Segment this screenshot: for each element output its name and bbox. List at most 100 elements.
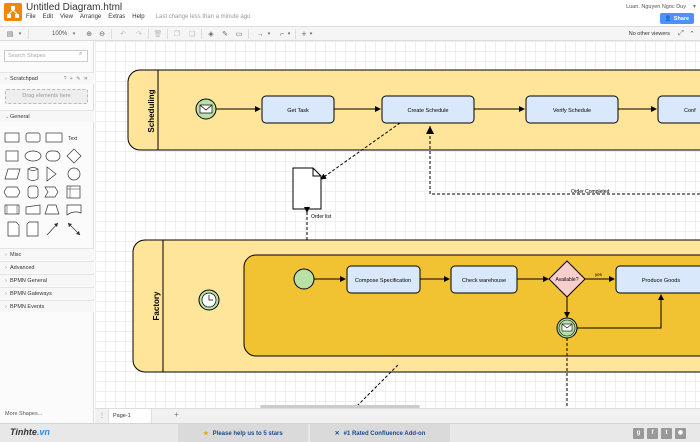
expand-arrow-icon: ⌄ — [5, 114, 10, 120]
shape-text[interactable]: Text — [68, 136, 77, 142]
shape-card[interactable] — [26, 221, 39, 237]
shape-cylinder-tall[interactable] — [27, 185, 39, 199]
format-panel-icon[interactable]: ▤ — [4, 29, 16, 39]
shape-cylinder[interactable] — [27, 167, 39, 181]
start-message-event[interactable] — [195, 98, 217, 120]
waypoints-dropdown-icon[interactable]: ▾ — [286, 29, 292, 39]
shape-hexagon[interactable] — [3, 186, 21, 198]
twitter-icon[interactable]: t — [661, 428, 672, 439]
google-plus-icon[interactable]: g — [633, 428, 644, 439]
search-shapes-input[interactable]: Search Shapes — [4, 50, 88, 62]
task-get-task[interactable]: Get Task — [261, 95, 335, 124]
zoom-dropdown-icon[interactable]: ▾ — [70, 29, 78, 39]
shape-parallelogram[interactable] — [4, 168, 21, 180]
bpmn-events-header[interactable]: › BPMN Events — [0, 300, 94, 312]
scratchpad-dropzone[interactable]: Drag elements here — [5, 89, 88, 104]
delete-icon[interactable]: 🗑 — [153, 29, 163, 39]
connection-style-icon[interactable]: → — [253, 29, 267, 39]
shape-internal-storage[interactable] — [66, 185, 81, 199]
undo-icon[interactable]: ↶ — [118, 29, 128, 39]
fill-color-icon[interactable]: ◈ — [206, 29, 216, 39]
shape-rounded-wide[interactable] — [45, 150, 61, 162]
shapes-sidebar: Search Shapes ⌕ › Scratchpad ? + ✎ ✕ Drag… — [0, 41, 94, 423]
confluence-banner[interactable]: ✕ #1 Rated Confluence Add-on — [310, 424, 450, 442]
order-list-label: Order list — [311, 214, 332, 220]
shape-ellipse[interactable] — [24, 150, 42, 162]
toolbar-divider — [111, 29, 112, 39]
shape-square[interactable] — [5, 150, 19, 162]
shape-trapezoid[interactable] — [44, 204, 60, 215]
shape-rectangle[interactable] — [4, 132, 20, 143]
intermediate-message-event[interactable] — [556, 317, 578, 339]
shape-wide-rectangle[interactable] — [45, 132, 63, 143]
shape-cloud-ellipse[interactable] — [67, 167, 81, 181]
scratchpad-tools[interactable]: ? + ✎ ✕ — [64, 73, 89, 85]
to-back-icon[interactable]: ❏ — [187, 29, 197, 39]
add-page-icon[interactable]: + — [174, 410, 179, 419]
user-menu-arrow-icon[interactable]: ▾ — [693, 3, 696, 10]
page-tab[interactable]: Page-1 — [108, 409, 152, 423]
menu-edit[interactable]: Edit — [43, 14, 53, 20]
format-dropdown-icon[interactable]: ▾ — [16, 29, 24, 39]
scratchpad-header[interactable]: › Scratchpad ? + ✎ ✕ — [0, 72, 94, 84]
bpmn-gateways-header[interactable]: › BPMN Gateways — [0, 287, 94, 299]
menu-extras[interactable]: Extras — [108, 14, 125, 20]
task-verify-schedule[interactable]: Verify Schedule — [525, 95, 619, 124]
task-confirm[interactable]: Conf — [657, 95, 700, 124]
shape-rounded-rectangle[interactable] — [25, 132, 41, 143]
toolbar-divider — [295, 29, 296, 39]
shape-process[interactable] — [4, 204, 20, 215]
last-change-status: Last change less than a minute ago — [155, 14, 251, 20]
redo-icon[interactable]: ↷ — [134, 29, 144, 39]
advanced-header[interactable]: › Advanced — [0, 261, 94, 273]
search-icon[interactable]: ⌕ — [79, 51, 91, 58]
shape-note[interactable] — [7, 221, 20, 237]
github-icon[interactable]: ◉ — [675, 428, 686, 439]
zoom-level[interactable]: 100% — [52, 29, 67, 39]
fullscreen-icon[interactable]: ⤢ — [676, 29, 686, 39]
start-timer-event[interactable] — [198, 289, 220, 311]
diagram-canvas[interactable]: Scheduling Get Task Create Schedule Veri… — [95, 41, 700, 408]
menu-arrange[interactable]: Arrange — [80, 14, 101, 20]
document-title[interactable]: Untitled Diagram.html — [26, 2, 122, 13]
shadow-icon[interactable]: ▭ — [234, 29, 244, 39]
bpmn-general-header[interactable]: › BPMN General — [0, 274, 94, 286]
task-create-schedule[interactable]: Create Schedule — [381, 95, 475, 124]
shape-bidirectional-arrow[interactable] — [67, 222, 81, 236]
user-name[interactable]: Luan. Nguyen Ngoc Duy — [626, 4, 686, 10]
general-header[interactable]: ⌄General — [0, 110, 94, 122]
share-button[interactable]: 👤 Share — [660, 13, 694, 24]
pages-menu-icon[interactable]: ⋮ — [99, 412, 105, 419]
shape-manual-input[interactable] — [25, 204, 41, 215]
menu-help[interactable]: Help — [132, 14, 144, 20]
zoom-in-icon[interactable]: ⊕ — [84, 29, 94, 39]
shape-triangle[interactable] — [46, 166, 57, 182]
task-produce-goods[interactable]: Produce Goods — [615, 265, 700, 294]
task-compose-specification[interactable]: Compose Specification — [346, 265, 421, 294]
toolbar-divider — [248, 29, 249, 39]
more-shapes-link[interactable]: More Shapes... — [5, 411, 42, 417]
to-front-icon[interactable]: ❐ — [172, 29, 182, 39]
zoom-out-icon[interactable]: ⊖ — [97, 29, 107, 39]
facebook-icon[interactable]: f — [647, 428, 658, 439]
thumbs-up-icon: ★ — [203, 431, 209, 437]
shape-line-arrow[interactable] — [46, 222, 59, 236]
horizontal-scrollbar[interactable] — [260, 405, 420, 408]
subprocess-start-event[interactable] — [293, 268, 315, 290]
task-get-task-label: Get Task — [287, 108, 309, 114]
data-object-order-list[interactable] — [292, 167, 322, 210]
shape-step[interactable] — [44, 186, 59, 198]
line-color-icon[interactable]: ✎ — [220, 29, 230, 39]
menu-bar: File Edit View Arrange Extras Help Last … — [26, 14, 250, 20]
shape-document-wave[interactable] — [66, 204, 82, 216]
connection-dropdown-icon[interactable]: ▾ — [266, 29, 272, 39]
shape-rhombus[interactable] — [66, 148, 82, 164]
menu-file[interactable]: File — [26, 14, 36, 20]
insert-dropdown-icon[interactable]: ▾ — [308, 29, 314, 39]
task-check-warehouse-label: Check warehouse — [462, 278, 506, 284]
misc-header[interactable]: › Misc — [0, 248, 94, 260]
task-check-warehouse[interactable]: Check warehouse — [450, 265, 518, 294]
collapse-toolbar-icon[interactable]: ⌃ — [687, 29, 697, 39]
menu-view[interactable]: View — [60, 14, 73, 20]
rate-us-banner[interactable]: ★ Please help us to 5 stars — [178, 424, 308, 442]
